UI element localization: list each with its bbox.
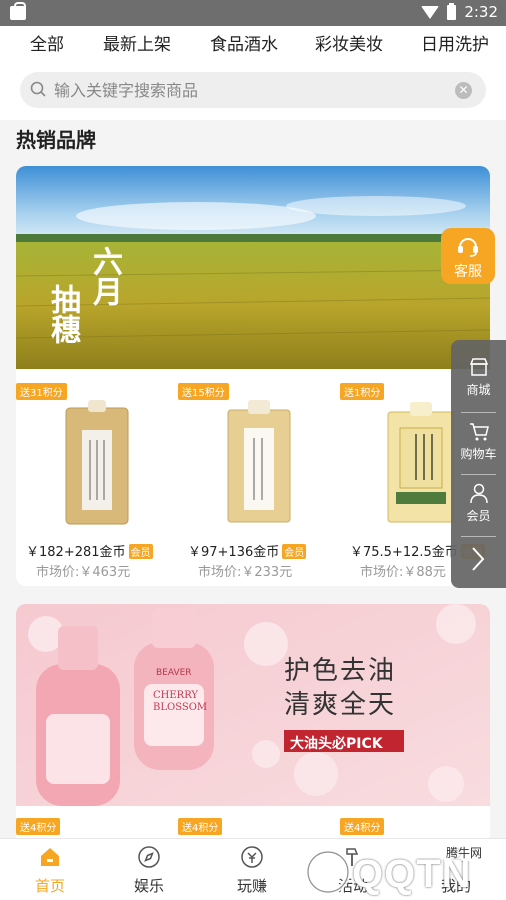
nav-label-entertainment: 娱乐 [133, 877, 164, 895]
clear-icon[interactable]: ✕ [455, 82, 472, 99]
market-price: 市场价:￥88元 [360, 565, 446, 580]
customer-service-button[interactable]: 客服 [441, 228, 495, 284]
brand-card-cosmetics[interactable]: BEAVER CHERRY BLOSSOM 护色去油 清爽全天 大油头必PICK… [16, 604, 490, 844]
floating-side-menu: 商城 购物车 会员 [451, 340, 506, 588]
chevron-right-icon[interactable] [468, 544, 488, 574]
side-item-cart[interactable]: 购物车 [451, 420, 506, 462]
divider [461, 536, 496, 537]
status-time: 2:32 [464, 3, 498, 21]
store-icon [469, 358, 488, 376]
side-item-member[interactable]: 会员 [451, 482, 506, 524]
search-bar-container: ✕ [0, 60, 506, 120]
customer-service-label: 客服 [454, 264, 482, 280]
points-badge: 送31积分 [16, 383, 67, 400]
points-badge: 送4积分 [16, 818, 61, 835]
section-title: 热销品牌 [16, 128, 96, 152]
product-price: ￥97+136金币 会员 [188, 544, 307, 560]
tab-all[interactable]: 全部 [30, 30, 64, 55]
banner-text-1: 六月 [87, 246, 122, 306]
banner-tag: 大油头必PICK [290, 736, 383, 752]
divider [461, 474, 496, 475]
market-price: 市场价:￥233元 [198, 565, 293, 580]
nav-label-home: 首页 [34, 877, 65, 895]
brand-card-rice[interactable]: 六月 抽穗 送31积分 ￥182+281金币 会员 市场价:￥463元 送15积分… [16, 166, 490, 586]
points-badge: 送15积分 [178, 383, 229, 400]
tab-cosmetics[interactable]: 彩妆美妆 [315, 30, 383, 55]
user-icon [469, 483, 488, 504]
market-price: 市场价:￥463元 [36, 565, 131, 580]
nav-entertainment[interactable]: 娱乐 [99, 839, 199, 900]
side-label-cart: 购物车 [460, 447, 497, 461]
status-bar: 2:32 [0, 0, 506, 26]
product-item[interactable]: 送31积分 ￥182+281金币 会员 市场价:￥463元 [16, 380, 174, 580]
banner-headline-2: 清爽全天 [284, 690, 397, 720]
watermark-tag: 腾牛网 [444, 844, 485, 861]
headset-icon [458, 238, 478, 257]
points-badge: 送4积分 [340, 818, 385, 835]
product-item[interactable]: 送15积分 ￥97+136金币 会员 市场价:￥233元 [178, 380, 336, 580]
tab-daily-care[interactable]: 日用洗护 [421, 30, 489, 55]
banner-text-2: 抽穗 [45, 284, 80, 344]
search-icon [30, 81, 46, 97]
side-label-member: 会员 [466, 509, 491, 523]
nav-home[interactable]: 首页 [0, 839, 100, 900]
divider [461, 412, 496, 413]
battery-icon [447, 2, 457, 20]
bottle-brand: BEAVER [156, 668, 192, 678]
points-badge: 送4积分 [178, 818, 223, 835]
shopping-bag-icon [10, 2, 26, 20]
rice-bag-image[interactable] [214, 400, 304, 528]
search-bar[interactable]: ✕ [20, 72, 486, 108]
shampoo-banner[interactable] [16, 604, 490, 806]
member-tag: 会员 [282, 544, 307, 559]
product-price: ￥182+281金币 会员 [26, 544, 153, 560]
nav-earn[interactable]: 玩赚 [202, 839, 302, 900]
points-badge: 送1积分 [340, 383, 385, 400]
tab-food-drink[interactable]: 食品酒水 [210, 30, 278, 55]
category-tabs: 全部 最新上架 食品酒水 彩妆美妆 日用洗护 [0, 26, 506, 60]
side-label-mall: 商城 [466, 383, 491, 397]
tab-new-arrivals[interactable]: 最新上架 [103, 30, 171, 55]
compass-icon [138, 846, 160, 868]
side-item-mall[interactable]: 商城 [451, 356, 506, 398]
watermark: QQTN 腾牛网 [300, 842, 500, 898]
wifi-icon [421, 5, 440, 19]
home-icon [41, 848, 59, 866]
rice-bag-image[interactable] [52, 400, 142, 528]
search-input[interactable] [54, 78, 434, 102]
coin-icon [241, 846, 263, 868]
member-tag: 会员 [128, 544, 153, 559]
cart-icon [469, 423, 489, 441]
bottle-text-line-1: CHERRY [153, 690, 199, 701]
nav-label-earn: 玩赚 [236, 877, 267, 895]
bottle-text-line-2: BLOSSOM [153, 702, 208, 713]
banner-headline-1: 护色去油 [284, 656, 397, 686]
